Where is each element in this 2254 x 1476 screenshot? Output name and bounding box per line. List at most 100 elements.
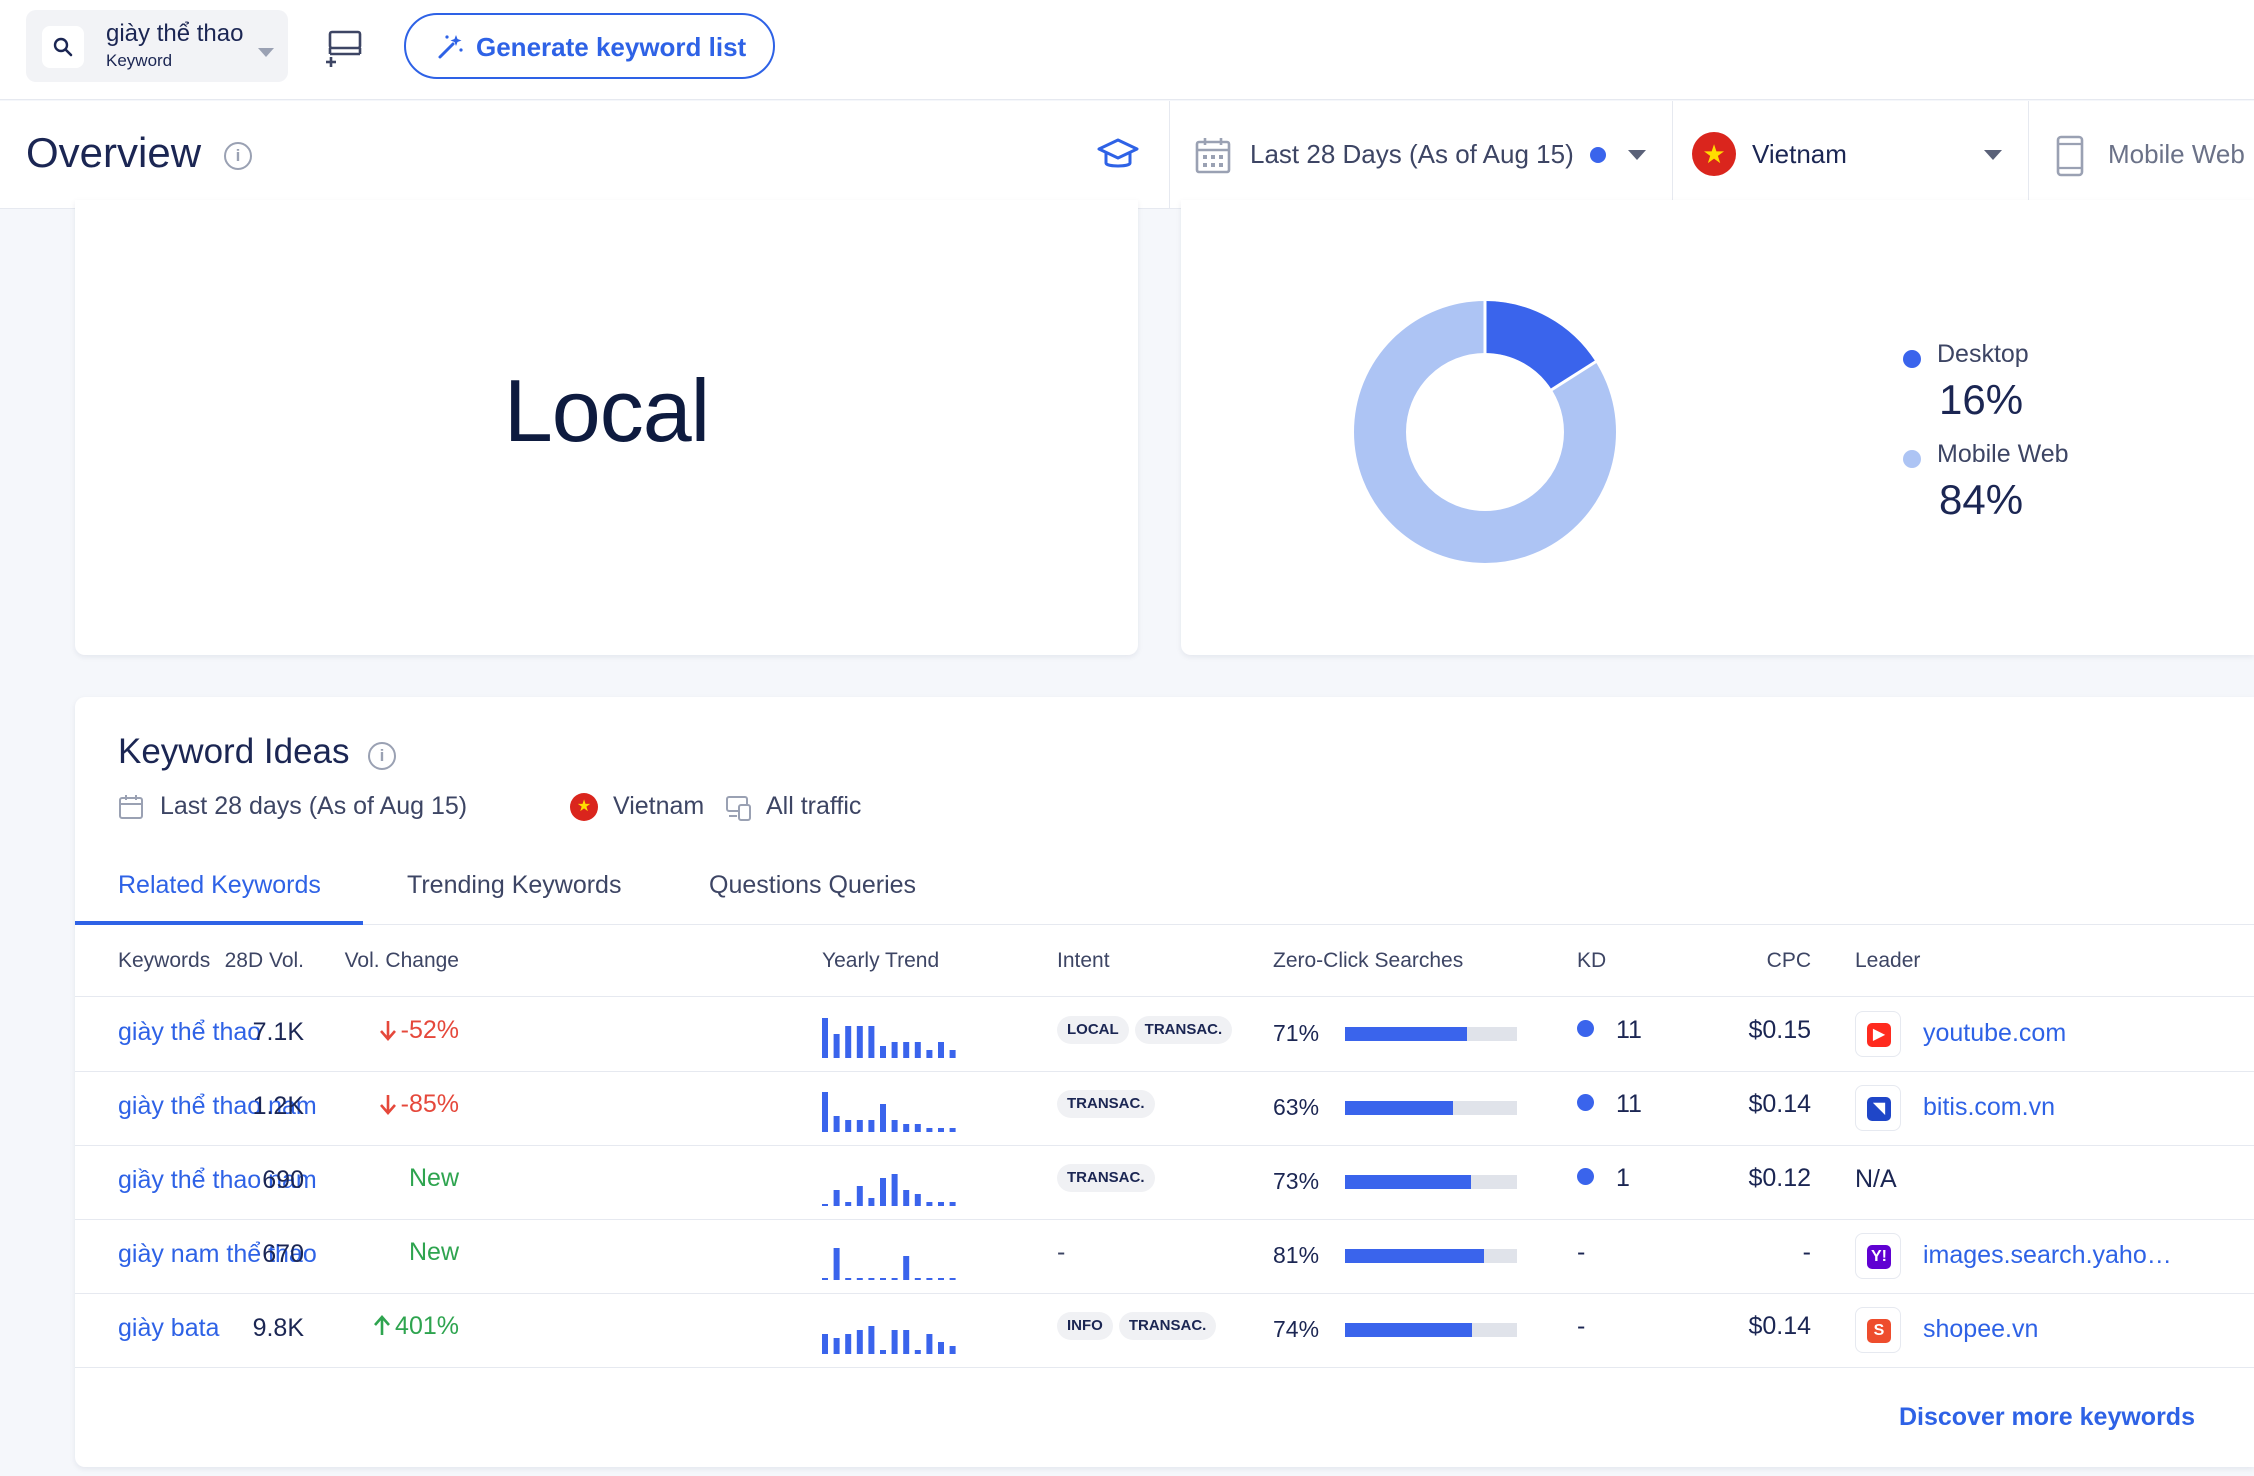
intent-badges: TRANSAC. (1057, 1090, 1161, 1118)
keyword-value: giày thể thao (106, 20, 244, 47)
discover-more-keywords-link[interactable]: Discover more keywords (1899, 1403, 2195, 1432)
academy-icon[interactable] (1096, 137, 1140, 178)
col-cpc[interactable]: CPC (1767, 949, 1811, 973)
keyword-link[interactable]: giày bata (118, 1314, 219, 1343)
keyword-difficulty: 11 (1577, 1090, 1642, 1119)
trend-bar (938, 1128, 944, 1132)
leader-link[interactable]: images.search.yaho… (1923, 1241, 2172, 1270)
chevron-down-icon (1628, 150, 1646, 160)
table-header: Keywords 28D Vol. Vol. Change Yearly Tre… (75, 925, 2254, 997)
volume-change: New (409, 1238, 459, 1267)
trend-bar (833, 1338, 840, 1354)
trend-bar (845, 1334, 852, 1354)
zero-click-bar (1345, 1323, 1517, 1337)
trend-bar (903, 1190, 910, 1206)
ideas-traffic: All traffic (766, 792, 862, 820)
trend-bar (880, 1046, 886, 1058)
tab-questions-queries[interactable]: Questions Queries (709, 871, 916, 900)
keyword-selector[interactable]: giày thể thao Keyword (26, 10, 288, 82)
keyword-difficulty: - (1577, 1238, 1585, 1267)
trend-bar (926, 1334, 933, 1354)
chevron-down-icon (1984, 150, 2002, 160)
trend-bar (926, 1202, 933, 1206)
legend-pct-desktop: 16% (1939, 376, 2024, 423)
intent-card: Local (75, 200, 1138, 655)
leader-link[interactable]: bitis.com.vn (1923, 1093, 2055, 1122)
col-leader: Leader (1855, 949, 1921, 972)
trend-bar (822, 1278, 828, 1280)
trend-bar (938, 1342, 944, 1354)
volume-change: -52% (379, 1016, 459, 1045)
table-row[interactable]: giày thể thao 7.1K -52% LOCAL TRANSAC. 71% 11 $… (75, 998, 2254, 1072)
trend-bar (845, 1120, 852, 1132)
info-icon[interactable]: i (224, 142, 252, 170)
cpc-value: $0.14 (1748, 1312, 1811, 1340)
trend-bar (833, 1116, 840, 1132)
vietnam-flag-icon: ★ (570, 793, 598, 821)
info-icon[interactable]: i (368, 742, 396, 770)
col-volume-change[interactable]: Vol. Change (345, 949, 459, 973)
volume-change-value: New (408, 1164, 459, 1192)
zero-click-value: 81% (1273, 1242, 1320, 1268)
kd-dot (1577, 1020, 1594, 1037)
zero-click-bar-fill (1345, 1323, 1473, 1337)
device-filter[interactable]: Mobile Web (2028, 101, 2254, 209)
chevron-down-icon (258, 48, 274, 57)
leader-link[interactable]: shopee.vn (1923, 1315, 2038, 1344)
intent-empty: - (1057, 1238, 1066, 1266)
date-range-filter[interactable]: Last 28 Days (As of Aug 15) (1170, 101, 1672, 209)
zero-click-value: 63% (1273, 1094, 1320, 1120)
shopee-icon: S (1855, 1307, 1901, 1353)
volume-value: 1.2K (252, 1092, 304, 1120)
intent-value: Local (503, 361, 710, 460)
col-kd[interactable]: KD (1577, 949, 1606, 973)
generate-keyword-list-label: Generate keyword list (476, 32, 747, 62)
table-row[interactable]: giày thể thao nam 1.2K -85% TRANSAC. 63% 11 $0… (75, 1072, 2254, 1146)
trend-bar (926, 1278, 933, 1280)
table-row[interactable]: giày nam thể thao 670 New -81% - - Y! images.se… (75, 1220, 2254, 1294)
trend-bar (822, 1334, 828, 1354)
intent-badge: TRANSAC. (1134, 1016, 1233, 1044)
trend-bar (856, 1026, 863, 1058)
keyword-link[interactable]: giày thể thao (118, 1018, 261, 1047)
trend-bar (833, 1190, 840, 1206)
col-intent[interactable]: Intent (1057, 949, 1110, 973)
kd-value: 1 (1616, 1164, 1630, 1192)
kd-value: 11 (1616, 1090, 1642, 1118)
compare-icon[interactable] (322, 24, 366, 68)
calendar-icon (119, 795, 143, 819)
trend-bar (880, 1104, 886, 1132)
trend-bar (914, 1042, 921, 1058)
trend-bar (903, 1330, 910, 1354)
trend-bar (880, 1278, 886, 1280)
table-row[interactable]: giầy thể thao nam 690 New TRANSAC. 73% 1 $0.12… (75, 1146, 2254, 1220)
intent-badge: TRANSAC. (1057, 1164, 1155, 1192)
trend-bar (891, 1174, 898, 1206)
status-dot (1590, 147, 1606, 163)
tab-related-keywords[interactable]: Related Keywords (118, 871, 321, 900)
zero-click-bar (1345, 1101, 1517, 1115)
volume-value: 7.1K (252, 1018, 304, 1046)
trend-bar (868, 1278, 875, 1280)
trend-bar (845, 1026, 852, 1058)
legend-label-desktop: Desktop (1937, 340, 2029, 368)
table-row[interactable]: giày bata 9.8K 401% INFO TRANSAC. 74% - $0.14 Ss… (75, 1294, 2254, 1368)
col-volume[interactable]: 28D Vol. (225, 949, 304, 973)
leader-link[interactable]: youtube.com (1923, 1019, 2066, 1048)
country-filter[interactable]: ★ Vietnam (1672, 101, 2028, 209)
trend-bar (914, 1194, 921, 1206)
trend-bar (938, 1042, 944, 1058)
arrow-down-icon (379, 1095, 396, 1115)
col-keywords[interactable]: Keywords (118, 949, 210, 973)
trend-bar (891, 1120, 898, 1132)
vietnam-flag-icon: ★ (1692, 132, 1736, 176)
trend-bar (891, 1330, 898, 1354)
tab-trending-keywords[interactable]: Trending Keywords (407, 871, 621, 900)
youtube-icon: ▶ (1855, 1011, 1901, 1057)
col-zero-click[interactable]: Zero-Click Searches (1273, 949, 1463, 973)
zero-click-bar-fill (1345, 1249, 1485, 1263)
trend-bar (868, 1120, 875, 1132)
generate-keyword-list-button[interactable]: Generate keyword list (404, 13, 775, 79)
keyword-difficulty: 1 (1577, 1164, 1630, 1193)
trend-bar (949, 1202, 956, 1206)
